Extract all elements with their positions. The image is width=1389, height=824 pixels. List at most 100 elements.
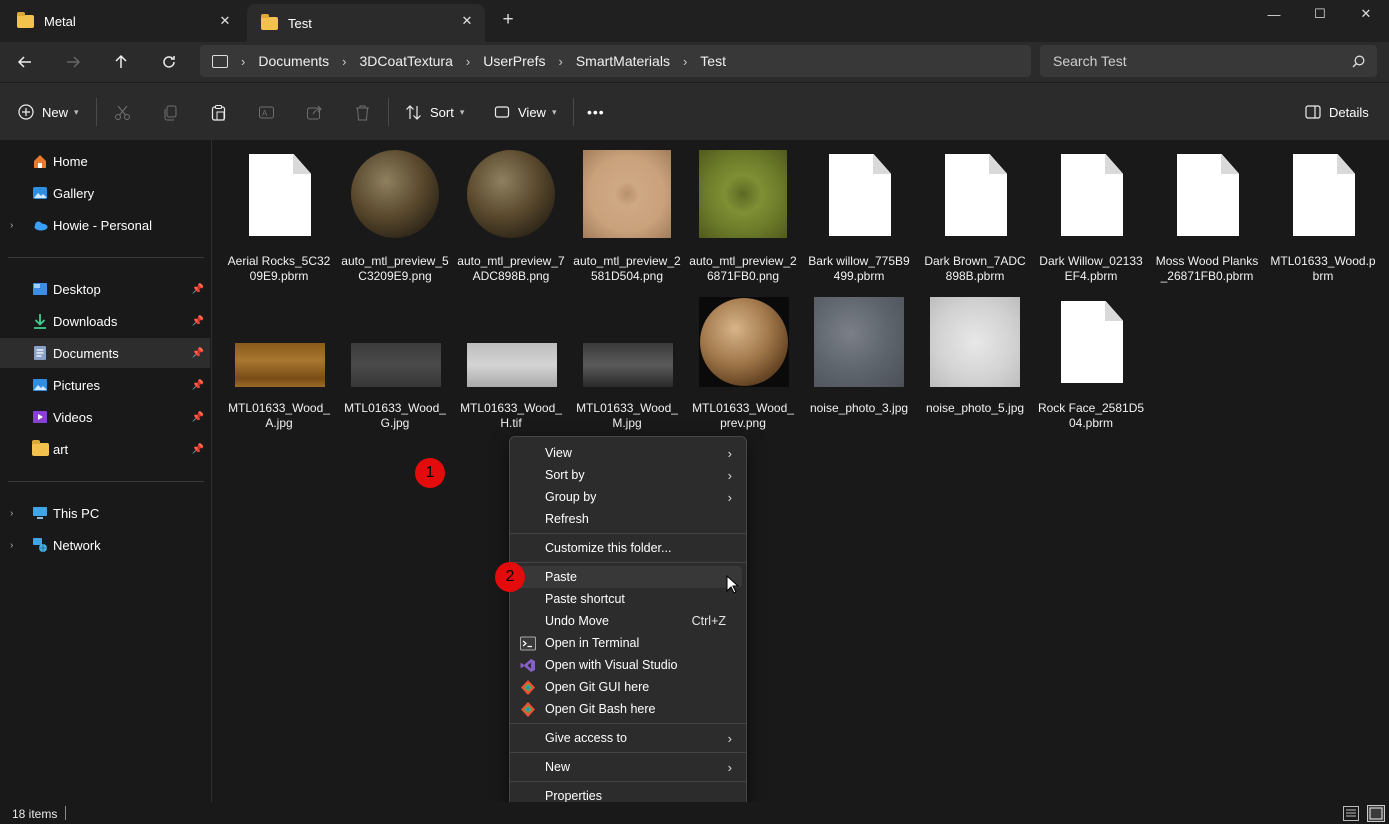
menu-item-paste-shortcut[interactable]: Paste shortcut (514, 588, 742, 610)
menu-item-open-terminal[interactable]: Open in Terminal (514, 632, 742, 654)
pin-icon[interactable]: 📌 (192, 444, 204, 455)
sidebar-item-this-pc[interactable]: › This PC (0, 498, 210, 528)
up-button[interactable] (109, 50, 133, 74)
image-thumbnail (467, 150, 555, 238)
rename-button[interactable]: A (258, 95, 275, 129)
menu-item-new[interactable]: New › (514, 756, 742, 778)
close-tab-icon[interactable]: ✕ (215, 11, 235, 31)
plus-circle-icon (18, 104, 34, 120)
file-list[interactable]: Aerial Rocks_5C3209E9.pbrm auto_mtl_prev… (213, 140, 1389, 802)
new-button[interactable]: New ▾ (18, 95, 79, 129)
forward-button[interactable] (61, 50, 85, 74)
sidebar-label: Network (53, 537, 101, 553)
search-input[interactable] (1053, 53, 1333, 69)
sidebar-item-gallery[interactable]: Gallery (0, 178, 210, 208)
breadcrumb-documents[interactable]: Documents (258, 53, 329, 69)
delete-button[interactable] (354, 95, 371, 129)
document-icon (829, 154, 891, 236)
breadcrumb-smartmaterials[interactable]: SmartMaterials (576, 53, 670, 69)
arrow-up-icon (115, 54, 127, 68)
large-icons-view-icon[interactable] (1367, 805, 1385, 822)
menu-item-open-git-bash[interactable]: Open Git Bash here (514, 698, 742, 720)
details-view-icon[interactable] (1343, 806, 1359, 821)
document-icon (1177, 154, 1239, 236)
more-options-button[interactable]: ••• (587, 95, 605, 129)
tab-metal[interactable]: Metal ✕ (3, 4, 243, 38)
chevron-right-icon[interactable]: › (10, 508, 13, 519)
tab-test[interactable]: Test ✕ (247, 4, 485, 42)
search-box[interactable] (1040, 45, 1377, 77)
refresh-button[interactable] (157, 50, 181, 74)
maximize-button[interactable]: ☐ (1297, 0, 1343, 28)
file-name: MTL01633_Wood.pbrm (1270, 254, 1376, 283)
menu-item-undo-move[interactable]: Undo Move Ctrl+Z (514, 610, 742, 632)
file-name: auto_mtl_preview_5C3209E9.png (341, 254, 449, 283)
menu-item-open-visual-studio[interactable]: Open with Visual Studio (514, 654, 742, 676)
sidebar-item-home[interactable]: Home (0, 146, 210, 176)
pin-icon[interactable]: 📌 (192, 316, 204, 327)
title-bar: Metal ✕ Test ✕ + — ☐ ✕ (0, 0, 1389, 42)
details-pane-icon (1305, 105, 1321, 119)
file-name: Aerial Rocks_5C3209E9.pbrm (227, 254, 331, 283)
sidebar-item-downloads[interactable]: Downloads 📌 (0, 306, 210, 336)
breadcrumb-3dcoattextura[interactable]: 3DCoatTextura (360, 53, 453, 69)
breadcrumb-test[interactable]: Test (700, 53, 726, 69)
pin-icon[interactable]: 📌 (192, 412, 204, 423)
menu-item-view[interactable]: View › (514, 442, 742, 464)
sidebar-label: This PC (53, 505, 100, 521)
menu-label: Sort by (545, 468, 585, 482)
sort-button[interactable]: Sort ▾ (405, 95, 464, 129)
paste-button[interactable] (210, 95, 227, 129)
view-button[interactable]: View ▾ (494, 95, 556, 129)
menu-item-paste[interactable]: Paste (514, 566, 742, 588)
file-name: auto_mtl_preview_26871FB0.png (689, 254, 797, 283)
menu-item-refresh[interactable]: Refresh (514, 508, 742, 530)
menu-item-sort-by[interactable]: Sort by › (514, 464, 742, 486)
menu-label: Open with Visual Studio (545, 658, 678, 672)
videos-icon (33, 411, 47, 423)
chevron-right-icon: › (727, 730, 732, 746)
menu-item-group-by[interactable]: Group by › (514, 486, 742, 508)
search-icon[interactable] (1352, 55, 1365, 68)
sidebar-item-documents[interactable]: Documents 📌 (0, 338, 210, 368)
copy-button[interactable] (162, 95, 179, 129)
sidebar-item-pictures[interactable]: Pictures 📌 (0, 370, 210, 400)
menu-divider (510, 723, 746, 724)
details-label: Details (1329, 104, 1369, 120)
file-name: Bark willow_775B9499.pbrm (808, 254, 910, 283)
menu-label: Paste (545, 570, 577, 584)
sidebar-label: Gallery (53, 185, 95, 201)
sidebar-item-videos[interactable]: Videos 📌 (0, 402, 210, 432)
address-bar[interactable]: › Documents › 3DCoatTextura › UserPrefs … (200, 45, 1031, 77)
trash-icon (356, 105, 369, 120)
chevron-right-icon[interactable]: › (10, 540, 13, 551)
cut-button[interactable] (114, 95, 131, 129)
sidebar-item-onedrive[interactable]: › Howie - Personal (0, 210, 210, 240)
pin-icon[interactable]: 📌 (192, 284, 204, 295)
close-tab-icon[interactable]: ✕ (457, 11, 477, 31)
chevron-right-icon: › (558, 53, 563, 69)
divider (65, 806, 66, 820)
breadcrumb-userprefs[interactable]: UserPrefs (483, 53, 545, 69)
share-button[interactable] (306, 95, 323, 129)
chevron-right-icon: › (682, 53, 688, 69)
sidebar-item-desktop[interactable]: Desktop 📌 (0, 274, 210, 304)
image-thumbnail (467, 343, 557, 387)
menu-item-customize-folder[interactable]: Customize this folder... (514, 537, 742, 559)
chevron-right-icon[interactable]: › (10, 220, 13, 231)
menu-item-give-access[interactable]: Give access to › (514, 727, 742, 749)
image-thumbnail (699, 150, 787, 238)
image-thumbnail (700, 298, 788, 386)
menu-item-open-git-gui[interactable]: Open Git GUI here (514, 676, 742, 698)
minimize-button[interactable]: — (1251, 0, 1297, 28)
document-icon (1061, 301, 1123, 383)
pin-icon[interactable]: 📌 (192, 380, 204, 391)
back-button[interactable] (13, 50, 37, 74)
file-name: MTL01633_Wood_H.tif (460, 401, 562, 430)
sidebar-item-art[interactable]: art 📌 (0, 434, 210, 464)
new-tab-button[interactable]: + (497, 9, 519, 31)
close-window-button[interactable]: ✕ (1343, 0, 1389, 28)
details-button[interactable]: Details (1305, 95, 1369, 129)
pin-icon[interactable]: 📌 (192, 348, 204, 359)
sidebar-item-network[interactable]: › Network (0, 530, 210, 560)
